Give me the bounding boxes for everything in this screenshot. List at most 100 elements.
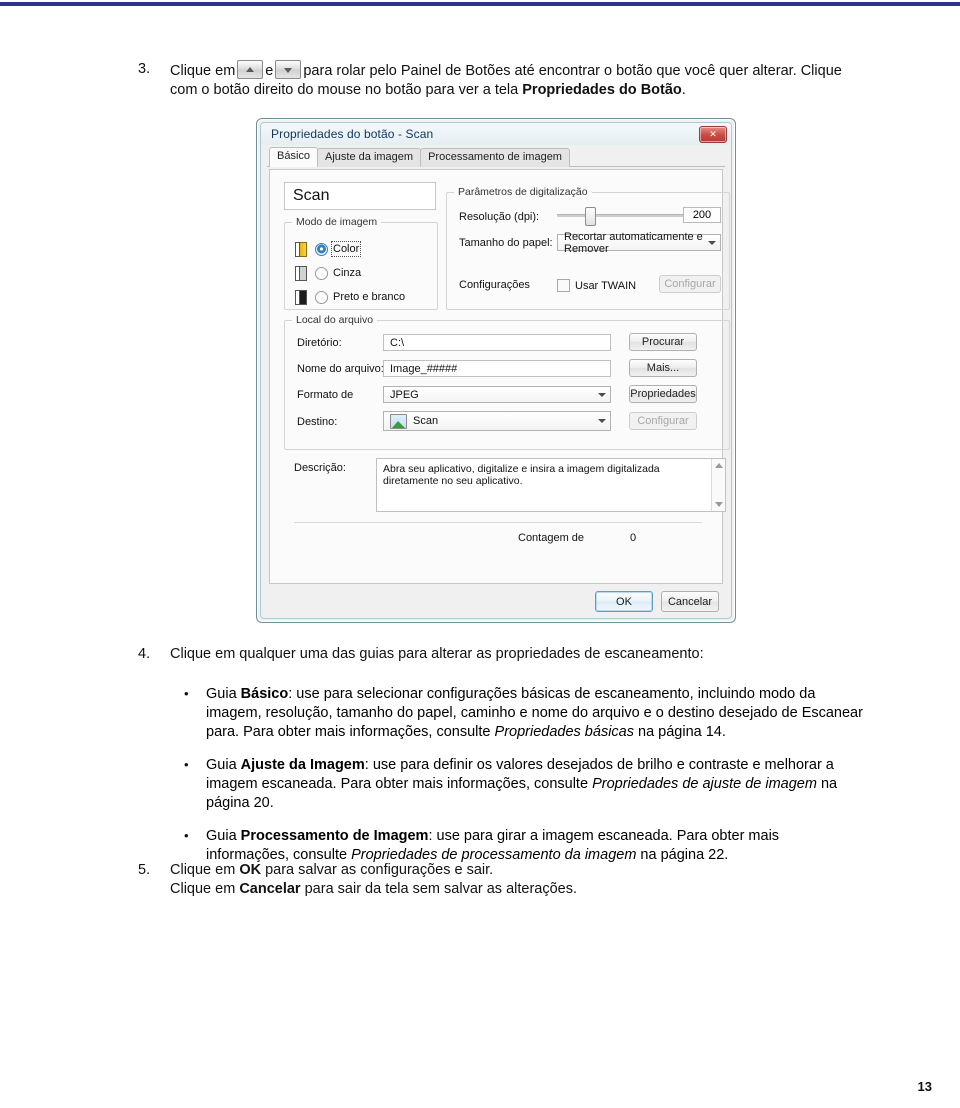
bullet-0-lead: Guia [206,686,241,702]
step-3: 3. Clique em e para rolar pelo Painel de B… [138,60,858,100]
format-label: Formato de [297,389,354,401]
step-4: 4. Clique em qualquer uma das guias para… [138,645,868,664]
filename-label: Nome do arquivo: [297,363,384,375]
tab-ajuste-da-imagem[interactable]: Ajuste da imagem [317,148,422,167]
destination-value: Scan [413,415,439,427]
step-5: 5. Clique em OK para salvar as configura… [138,861,868,899]
step-5-text: Clique em OK para salvar as configuraçõe… [170,861,868,899]
count-value: 0 [630,532,637,544]
description-value: Abra seu aplicativo, digitalize e insira… [383,463,660,487]
list-item: Guia Processamento de Imagem: use para g… [176,826,866,865]
settings-label: Configurações [459,279,530,291]
format-value: JPEG [390,388,419,401]
step-5-line2-b: para sair da tela sem salvar as alteraçõ… [300,881,578,897]
destination-combobox[interactable]: Scan [383,411,611,431]
divider [294,522,702,523]
mais-button[interactable]: Mais... [629,359,697,377]
step-5-line1-b: para salvar as configurações e sair. [261,862,494,878]
scroll-up-icon[interactable] [714,463,723,468]
cancel-button[interactable]: Cancelar [661,591,719,612]
step-5-line1-a: Clique em [170,862,240,878]
gray-document-icon [295,265,307,281]
bullet-2-lead: Guia [206,828,241,844]
paper-size-combobox[interactable]: Recortar automaticamente e Remover [557,231,721,255]
image-mode-legend: Modo de imagem [292,216,382,228]
radio-cinza[interactable] [315,266,328,280]
list-item: Guia Básico: use para selecionar configu… [176,684,866,742]
step-5-line2-a: Clique em [170,881,240,897]
bullet-2-bold: Processamento de Imagem [240,828,429,844]
radio-color-label: Color [330,241,362,257]
scroll-down-button-icon[interactable] [275,60,302,79]
header-rule [0,2,960,6]
step-3-text-b: e [265,63,274,79]
resolution-slider[interactable] [557,207,685,226]
filename-field[interactable]: Image_##### [383,360,611,377]
bullet-0-text-b: na página 14. [633,724,726,740]
twain-checkbox-row[interactable]: Usar TWAIN [557,279,636,292]
bullet-1-bold: Ajuste da Imagem [240,757,365,773]
file-location-group: Local do arquivo Diretório: C:\ Procurar… [284,314,730,450]
tab-basico[interactable]: Básico [269,147,319,167]
radio-preto-e-branco[interactable] [315,290,328,304]
tab-processamento-de-imagem[interactable]: Processamento de imagem [420,148,570,167]
procurar-button[interactable]: Procurar [629,333,697,351]
file-location-legend: Local do arquivo [292,314,378,326]
radio-preto-e-branco-label: Preto e branco [333,291,406,303]
list-item: Guia Ajuste da Imagem: use para definir … [176,755,866,813]
step-3-text-d: . [681,82,686,98]
directory-label: Diretório: [297,337,342,349]
dialog-title: Propriedades do botão - Scan [271,127,434,141]
chevron-down-icon [598,419,606,423]
step-4-number: 4. [138,646,151,662]
scan-parameters-legend: Parâmetros de digitalização [454,186,592,198]
dialog-titlebar: Propriedades do botão - Scan ✕ [261,123,731,145]
step-4-text: Clique em qualquer uma das guias para al… [170,646,704,662]
image-mode-option-cinza[interactable]: Cinza [295,265,361,281]
twain-checkbox[interactable] [557,279,570,292]
directory-field[interactable]: C:\ [383,334,611,351]
configurar-destination-button[interactable]: Configurar [629,412,697,430]
bullet-1-lead: Guia [206,757,241,773]
button-name-field[interactable]: Scan [284,182,436,210]
tab-panel-basico: Scan Modo de imagem Color Cinza Preto e … [269,169,730,584]
dialog-frame: Propriedades do botão - Scan ✕ Básico Aj… [260,122,732,619]
description-label: Descrição: [294,462,346,474]
bullet-0-bold: Básico [240,686,289,702]
bullet-0-italic: Propriedades básicas [494,724,634,740]
count-label: Contagem de [518,532,585,544]
step-3-text: Clique em e para rolar pelo Painel de Botõ… [170,60,858,100]
close-icon[interactable]: ✕ [699,125,727,143]
dialog-footer: OK Cancelar [595,591,719,612]
paper-size-label: Tamanho do papel: [459,237,553,249]
bw-document-icon [295,289,307,305]
scroll-up-button-icon[interactable] [237,60,264,79]
propriedades-button[interactable]: Propriedades [629,385,697,403]
button-properties-dialog: Propriedades do botão - Scan ✕ Básico Aj… [256,118,736,623]
description-scrollbar[interactable] [711,459,725,511]
step-3-bold-tail: Propriedades do Botão [522,82,682,98]
format-combobox[interactable]: JPEG [383,386,611,403]
chevron-down-icon [708,240,716,245]
color-document-icon [295,241,307,257]
resolution-value-field[interactable]: 200 [683,207,721,223]
chevron-down-icon [598,392,606,397]
step-5-line2-bold: Cancelar [239,881,301,897]
ok-button[interactable]: OK [595,591,653,612]
scroll-down-icon[interactable] [714,502,723,507]
description-field[interactable]: Abra seu aplicativo, digitalize e insira… [376,458,726,512]
slider-thumb[interactable] [585,207,596,226]
document-page: 3. Clique em e para rolar pelo Painel de B… [0,0,960,1108]
tab-description-list: Guia Básico: use para selecionar configu… [176,684,866,879]
scan-parameters-group: Parâmetros de digitalização Resolução (d… [446,186,730,310]
configurar-scan-button[interactable]: Configurar [659,275,721,293]
step-3-number: 3. [138,61,151,77]
image-mode-option-preto-e-branco[interactable]: Preto e branco [295,289,405,305]
step-5-number: 5. [138,862,151,878]
slider-track [557,214,685,217]
radio-cinza-label: Cinza [333,267,362,279]
radio-color[interactable] [315,242,328,256]
step-3-text-a: Clique em [170,63,236,79]
image-mode-option-color[interactable]: Color [295,241,362,257]
picture-icon [390,413,407,429]
